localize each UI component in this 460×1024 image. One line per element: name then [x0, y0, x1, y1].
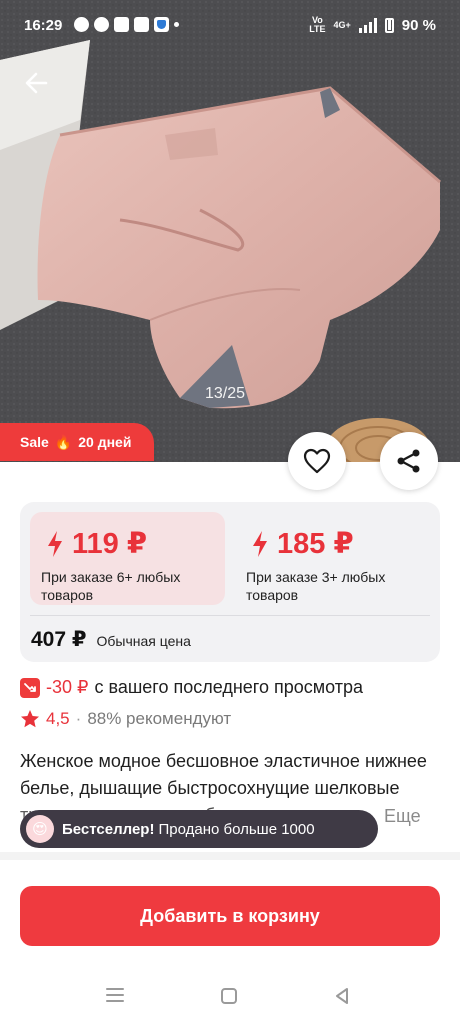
network-type: 4G+	[333, 20, 351, 30]
price-tier-3plus[interactable]: 185 ₽ При заказе 3+ любых товаров	[235, 512, 430, 605]
notification-square-icon	[114, 17, 129, 32]
battery-level: 90 %	[401, 16, 436, 34]
regular-price-label: Обычная цена	[96, 633, 191, 649]
product-image[interactable]: 16:29 Vo LTE 4G+ 90 % 13/25 Sale 🔥 20 дн…	[0, 0, 460, 462]
show-more-link[interactable]: Еще	[380, 806, 421, 827]
status-right: Vo LTE 4G+ 90 %	[309, 16, 436, 34]
status-bar: 16:29 Vo LTE 4G+ 90 %	[0, 0, 460, 52]
rating-row[interactable]: 4,5 · 88% рекомендуют	[20, 709, 231, 729]
battery-icon	[384, 17, 394, 33]
price-divider	[30, 615, 430, 616]
sale-label: Sale	[20, 434, 49, 450]
gallery-counter: 13/25	[205, 385, 246, 402]
bestseller-toast: 😍 Бестселлер! Продано больше 1000	[20, 810, 378, 848]
share-button[interactable]	[380, 432, 438, 490]
whatsapp-icon	[74, 17, 89, 32]
rating-separator: ·	[75, 709, 82, 728]
share-icon	[397, 449, 420, 473]
favorite-button[interactable]	[288, 432, 346, 490]
arrow-left-icon	[25, 72, 48, 94]
price-card: 119 ₽ При заказе 6+ любых товаров 185 ₽ …	[20, 502, 440, 662]
lightning-icon	[48, 530, 62, 557]
status-time: 16:29	[24, 17, 63, 34]
tier-price: 119 ₽	[72, 528, 148, 560]
shield-icon	[154, 17, 169, 32]
star-icon	[21, 710, 39, 728]
tier-price: 185 ₽	[277, 528, 354, 560]
back-triangle-icon[interactable]	[333, 986, 351, 1006]
price-drop-row: -30 ₽ с вашего последнего просмотра	[20, 677, 363, 698]
regular-price-row: 407 ₽ Обычная цена	[31, 627, 191, 652]
home-square-icon[interactable]	[219, 986, 239, 1006]
system-nav-bar	[0, 966, 460, 1024]
notification-j-icon	[134, 17, 149, 32]
back-button[interactable]	[22, 68, 52, 98]
notification-icons	[74, 17, 179, 32]
tier-note: При заказе 6+ любых товаров	[41, 569, 181, 603]
price-tier-6plus[interactable]: 119 ₽ При заказе 6+ любых товаров	[30, 512, 225, 605]
lightning-icon	[253, 530, 267, 557]
fire-icon: 🔥	[54, 433, 73, 450]
rating-value: 4,5	[46, 709, 70, 728]
bestseller-text: Продано больше 1000	[158, 820, 315, 838]
notification-app-icon	[94, 17, 109, 32]
price-drop-icon	[20, 677, 40, 698]
tier-note: При заказе 3+ любых товаров	[246, 569, 386, 603]
bestseller-title: Бестселлер!	[62, 820, 155, 838]
price-drop-text: с вашего последнего просмотра	[94, 677, 364, 697]
more-notifications-dot	[174, 22, 179, 27]
signal-icon	[358, 17, 377, 33]
sale-days: 20 дней	[78, 434, 132, 450]
heart-eyes-icon: 😍	[26, 815, 54, 843]
regular-price: 407 ₽	[31, 628, 87, 651]
bottom-sheet-edge	[0, 852, 460, 860]
recommend-percent: 88% рекомендуют	[87, 709, 232, 728]
recents-menu-icon[interactable]	[104, 986, 126, 1004]
price-drop-value: -30 ₽	[46, 677, 89, 697]
heart-icon	[303, 448, 331, 474]
volte-indicator: Vo LTE	[309, 15, 326, 34]
add-to-cart-button[interactable]: Добавить в корзину	[20, 886, 440, 946]
sale-badge: Sale 🔥 20 дней	[0, 423, 154, 461]
